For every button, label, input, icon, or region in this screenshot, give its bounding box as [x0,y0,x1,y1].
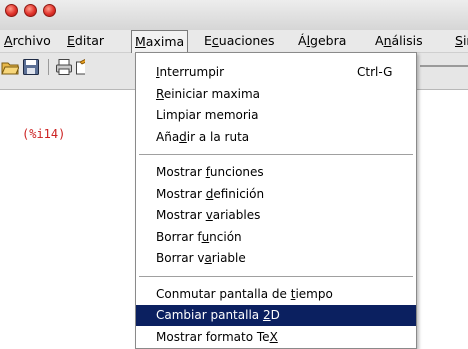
menu-archivo[interactable]: Archivo [4,30,51,52]
menu-item-limpiar-memoria[interactable]: Limpiar memoria [136,105,416,126]
toolbar-separator [48,59,49,75]
menu-item-cambiar-pantalla-2d[interactable]: Cambiar pantalla 2D [136,305,416,326]
menu-algebra[interactable]: Álgebra [298,30,346,52]
print-icon[interactable] [55,58,73,76]
maxima-menu-dropdown: Interrumpir Ctrl-G Reiniciar maxima Limp… [135,52,417,349]
toolbar-divider [420,65,468,67]
menu-item-anadir-ruta[interactable]: Añadir a la ruta [136,127,416,148]
menu-item-interrumpir[interactable]: Interrumpir Ctrl-G [136,62,416,83]
title-bar [0,0,468,30]
shortcut-label: Ctrl-G [357,65,393,79]
menu-item-mostrar-definicion[interactable]: Mostrar definición [136,184,416,205]
menu-analisis[interactable]: Análisis [375,30,423,52]
menu-item-conmutar-pantalla-tiempo[interactable]: Conmutar pantalla de tiempo [136,284,416,305]
menu-ecuaciones[interactable]: Ecuaciones [204,30,274,52]
menu-item-mostrar-variables[interactable]: Mostrar variables [136,205,416,226]
menu-item-mostrar-formato-tex[interactable]: Mostrar formato TeX [136,327,416,348]
menu-item-mostrar-funciones[interactable]: Mostrar funciones [136,162,416,183]
zoom-window-button[interactable] [43,4,56,17]
menu-bar: Archivo Editar Maxima Ecuaciones Álgebra… [0,30,468,53]
menu-maxima[interactable]: Maxima [131,30,189,53]
menu-editar[interactable]: Editar [67,30,104,52]
minimize-window-button[interactable] [24,4,37,17]
menu-item-borrar-funcion[interactable]: Borrar función [136,227,416,248]
input-prompt: (%i14) [22,127,66,141]
menu-separator [139,276,413,278]
save-icon[interactable] [22,58,40,76]
preferences-icon[interactable] [75,58,85,76]
menu-separator [139,154,413,156]
menu-simplificar[interactable]: Simp [455,30,468,52]
menu-item-reiniciar-maxima[interactable]: Reiniciar maxima [136,84,416,105]
open-icon[interactable] [1,58,20,76]
menu-item-borrar-variable[interactable]: Borrar variable [136,248,416,269]
close-window-button[interactable] [5,4,18,17]
